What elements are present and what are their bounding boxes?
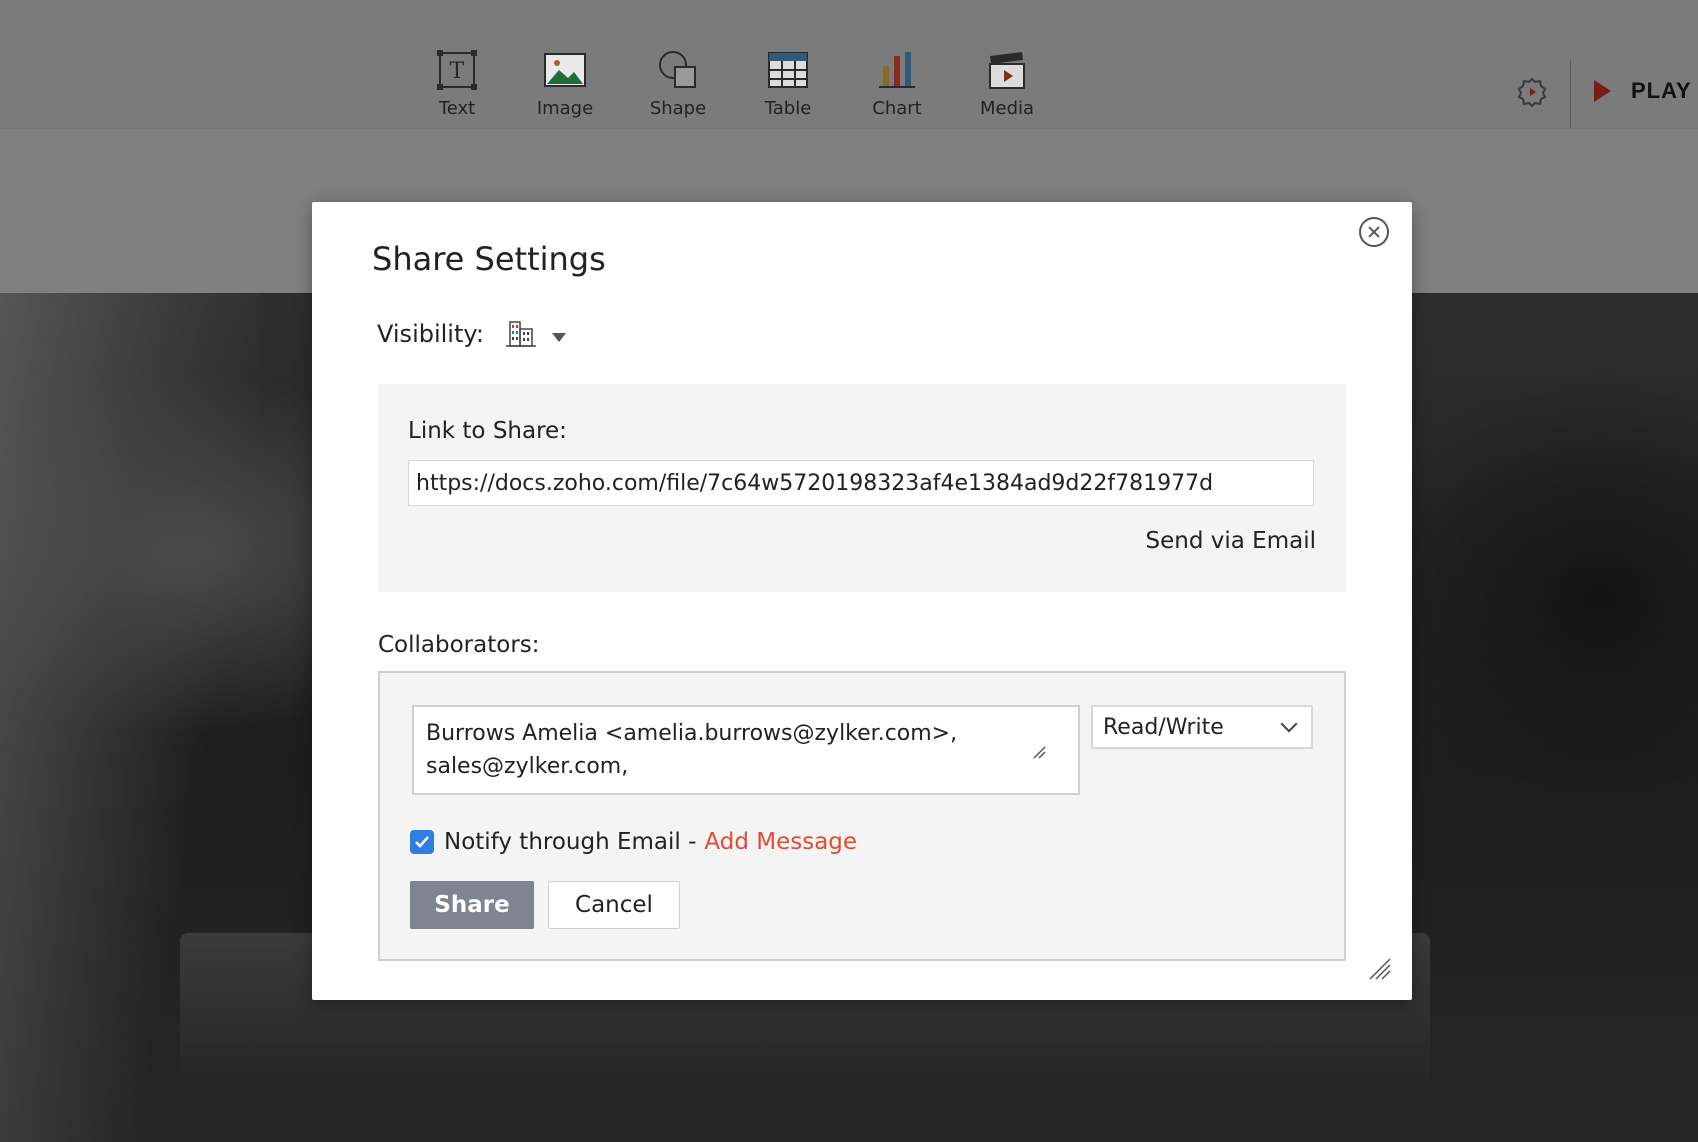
text-box-icon: T xyxy=(437,50,477,90)
bar-chart-icon xyxy=(879,52,915,88)
link-label: Link to Share: xyxy=(408,418,567,444)
toolbar-table-label: Table xyxy=(764,98,812,119)
clapperboard-icon xyxy=(989,52,1025,89)
toolbar-shape-button[interactable]: Shape xyxy=(633,48,723,128)
toolbar-image-button[interactable]: Image xyxy=(520,48,610,128)
play-icon xyxy=(1594,80,1611,102)
app-toolbar: T Text Image Shape Table Chart Media PLA… xyxy=(0,0,1698,129)
play-label: PLAY xyxy=(1631,78,1692,103)
add-message-link[interactable]: Add Message xyxy=(704,829,857,855)
notify-row: Notify through Email - Add Message xyxy=(410,829,857,855)
share-link-input[interactable] xyxy=(408,460,1314,506)
cancel-button[interactable]: Cancel xyxy=(548,881,680,929)
visibility-label: Visibility: xyxy=(377,320,484,348)
toolbar-text-label: Text xyxy=(438,98,476,119)
link-share-panel: Link to Share: Send via Email xyxy=(378,384,1346,592)
organization-building-icon xyxy=(505,321,536,347)
notify-label: Notify through Email - xyxy=(444,829,697,855)
shape-icon xyxy=(659,51,696,88)
toolbar-media-label: Media xyxy=(979,98,1035,119)
close-icon[interactable] xyxy=(1359,217,1389,247)
toolbar-shape-label: Shape xyxy=(649,98,707,119)
dialog-resize-icon[interactable] xyxy=(1368,957,1392,981)
visibility-row: Visibility: xyxy=(377,320,566,348)
collaborators-label: Collaborators: xyxy=(378,632,540,658)
textarea-resize-icon[interactable] xyxy=(1032,745,1046,759)
toolbar-chart-label: Chart xyxy=(872,98,922,119)
permission-select[interactable]: Read/Write xyxy=(1091,705,1313,749)
collaborators-panel: Burrows Amelia <amelia.burrows@zylker.co… xyxy=(378,671,1346,961)
settings-gear-icon[interactable] xyxy=(1516,76,1548,108)
toolbar-image-label: Image xyxy=(536,98,594,119)
table-icon xyxy=(768,52,808,88)
collaborators-input[interactable]: Burrows Amelia <amelia.burrows@zylker.co… xyxy=(412,705,1080,795)
toolbar-table-button[interactable]: Table xyxy=(743,48,833,128)
dialog-title: Share Settings xyxy=(372,240,606,278)
permission-value: Read/Write xyxy=(1103,714,1224,740)
visibility-dropdown[interactable] xyxy=(505,320,566,348)
svg-text:T: T xyxy=(450,59,465,84)
notify-checkbox[interactable] xyxy=(410,830,434,854)
toolbar-divider xyxy=(1570,60,1571,128)
share-settings-dialog: Share Settings Visibility: Link to Share… xyxy=(312,202,1412,1000)
checkmark-icon xyxy=(415,836,429,848)
toolbar-text-button[interactable]: T Text xyxy=(412,48,502,128)
play-button[interactable]: PLAY xyxy=(1594,78,1692,104)
toolbar-chart-button[interactable]: Chart xyxy=(852,48,942,128)
share-button[interactable]: Share xyxy=(410,881,534,929)
image-icon xyxy=(544,53,586,87)
send-via-email-link[interactable]: Send via Email xyxy=(1146,528,1316,554)
chevron-down-icon xyxy=(1280,715,1298,733)
chevron-down-icon xyxy=(551,332,566,342)
toolbar-media-button[interactable]: Media xyxy=(962,48,1052,128)
